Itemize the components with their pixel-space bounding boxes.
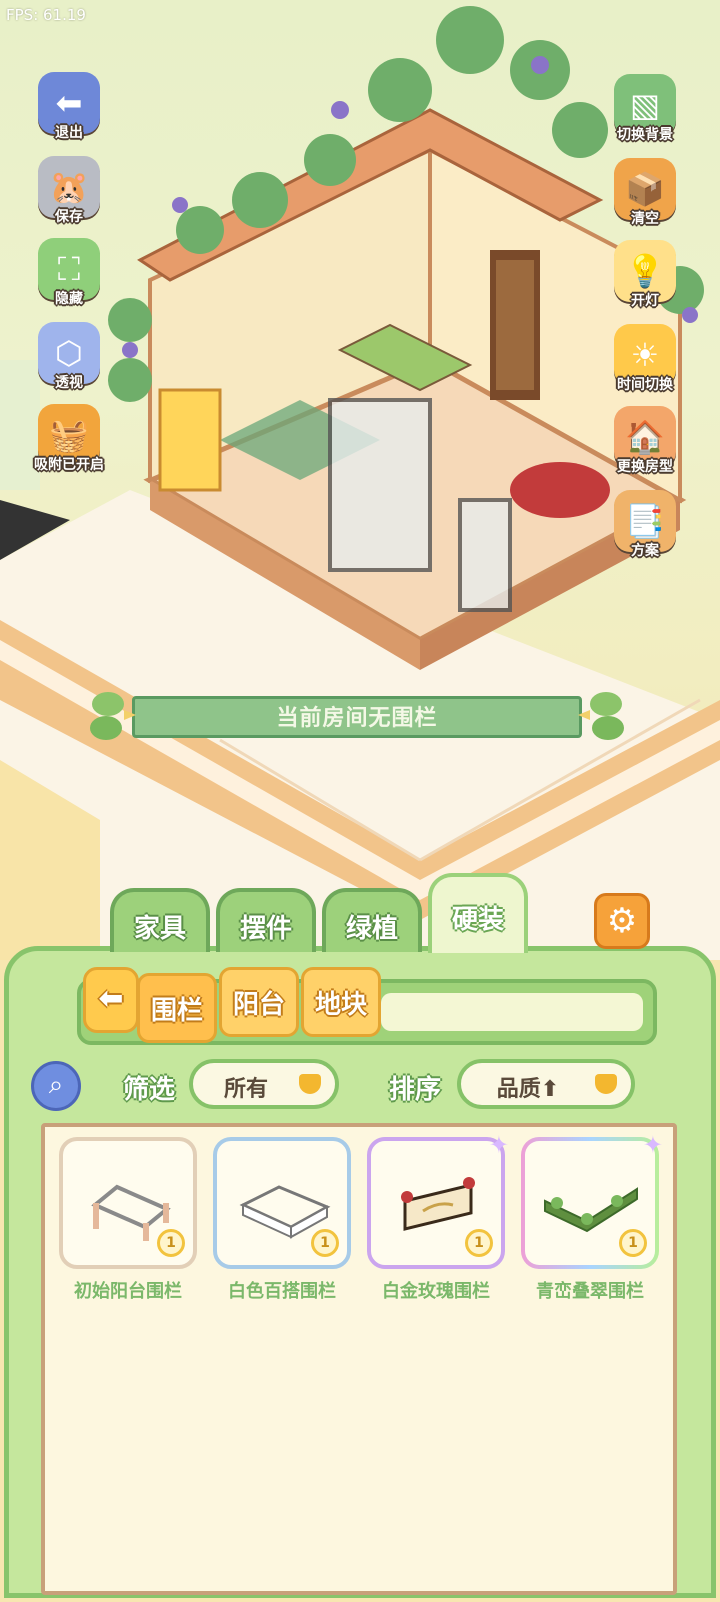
search-icon: ⌕ bbox=[48, 1070, 64, 1100]
item-count-badge: 1 bbox=[465, 1229, 493, 1257]
item-thumbnail: ✦ 1 bbox=[367, 1131, 509, 1269]
no-fence-banner: 当前房间无围栏 bbox=[90, 690, 624, 740]
hide-button[interactable]: ⛶ 隐藏 bbox=[28, 238, 110, 320]
switch-background-label: 切换背景 bbox=[617, 127, 673, 143]
item-thumbnail: 1 bbox=[213, 1137, 351, 1269]
item-thumbnail: 1 bbox=[59, 1137, 197, 1269]
tab-ornaments-label: 摆件 bbox=[239, 914, 292, 944]
back-arrow-icon: ⬅ bbox=[98, 981, 124, 1016]
item-count-badge: 1 bbox=[619, 1229, 647, 1257]
exit-label: 退出 bbox=[55, 125, 83, 141]
sparkle-icon: ✦ bbox=[642, 1131, 663, 1159]
item-name: 青峦叠翠围栏 bbox=[536, 1281, 644, 1302]
tab-furniture-label: 家具 bbox=[133, 914, 186, 944]
tab-plants-label: 绿植 bbox=[345, 914, 398, 944]
subtab-tile[interactable]: 地块 bbox=[301, 967, 381, 1037]
save-button[interactable]: 🐹 保存 bbox=[28, 156, 110, 238]
perspective-button[interactable]: ⬡ 透视 bbox=[28, 322, 110, 404]
time-switch-button[interactable]: ☀ 时间切换 bbox=[604, 324, 686, 406]
perspective-label: 透视 bbox=[55, 375, 83, 391]
item-card[interactable]: 1 初始阳台围栏 bbox=[59, 1137, 197, 1321]
tab-hardware[interactable]: 硬装 bbox=[428, 873, 528, 953]
subcategory-track bbox=[381, 993, 643, 1031]
item-count-badge: 1 bbox=[157, 1229, 185, 1257]
banner-text: 当前房间无围栏 bbox=[276, 706, 438, 731]
exit-button[interactable]: ⬅ 退出 bbox=[28, 72, 110, 154]
item-name: 初始阳台围栏 bbox=[74, 1281, 182, 1302]
save-label: 保存 bbox=[55, 209, 83, 225]
snap-button[interactable]: 🧺 吸附已开启 bbox=[28, 404, 110, 486]
filter-label: 筛选 bbox=[123, 1075, 176, 1105]
light-label: 开灯 bbox=[631, 293, 659, 309]
tab-furniture[interactable]: 家具 bbox=[110, 888, 210, 952]
clear-button[interactable]: 📦 清空 bbox=[604, 158, 686, 240]
subtab-balcony-label: 阳台 bbox=[232, 990, 285, 1020]
fps-counter: FPS: 61.19 bbox=[6, 6, 86, 24]
item-name: 白色百搭围栏 bbox=[228, 1281, 336, 1302]
chevron-down-icon bbox=[595, 1074, 617, 1094]
tab-ornaments[interactable]: 摆件 bbox=[216, 888, 316, 952]
subtab-fence-label: 围栏 bbox=[150, 996, 203, 1026]
item-grid: 1 初始阳台围栏 1 白色百搭围栏 ✦ 1 白金玫瑰围栏 ✦ 1 青峦叠翠围栏 bbox=[41, 1123, 677, 1595]
item-count-badge: 1 bbox=[311, 1229, 339, 1257]
time-switch-label: 时间切换 bbox=[617, 377, 673, 393]
settings-gear-button[interactable]: ⚙ bbox=[594, 893, 650, 949]
item-card[interactable]: ✦ 1 青峦叠翠围栏 bbox=[521, 1131, 663, 1321]
light-button[interactable]: 💡 开灯 bbox=[604, 240, 686, 322]
item-thumbnail: ✦ 1 bbox=[521, 1131, 663, 1269]
search-button[interactable]: ⌕ bbox=[31, 1061, 81, 1111]
clear-label: 清空 bbox=[631, 211, 659, 227]
subtab-balcony[interactable]: 阳台 bbox=[219, 967, 299, 1037]
sort-label: 排序 bbox=[389, 1075, 442, 1105]
plans-button[interactable]: 📑 方案 bbox=[604, 490, 686, 572]
inventory-panel: ⬅ 围栏 阳台 地块 ⌕ 筛选 所有 排序 品质⬆ 1 初始阳台围栏 1 白色百… bbox=[4, 946, 716, 1598]
item-card[interactable]: 1 白色百搭围栏 bbox=[213, 1137, 351, 1321]
item-card[interactable]: ✦ 1 白金玫瑰围栏 bbox=[367, 1131, 509, 1321]
switch-background-button[interactable]: ▧ 切换背景 bbox=[604, 74, 686, 156]
filter-dropdown[interactable]: 所有 bbox=[189, 1059, 339, 1109]
plans-label: 方案 bbox=[631, 543, 659, 559]
sparkle-icon: ✦ bbox=[488, 1131, 509, 1159]
hide-label: 隐藏 bbox=[55, 291, 83, 307]
tab-hardware-label: 硬装 bbox=[451, 905, 504, 935]
item-name: 白金玫瑰围栏 bbox=[382, 1281, 490, 1302]
change-room-type-button[interactable]: 🏠 更换房型 bbox=[604, 406, 686, 488]
room-scene[interactable]: FPS: 61.19 ⬅ 退出 🐹 保存 ⛶ 隐藏 ⬡ 透视 🧺 吸附已开启 ▧… bbox=[0, 0, 720, 960]
subtab-tile-label: 地块 bbox=[314, 990, 367, 1020]
back-button[interactable]: ⬅ bbox=[83, 967, 139, 1033]
snap-label: 吸附已开启 bbox=[34, 457, 104, 473]
sort-dropdown[interactable]: 品质⬆ bbox=[457, 1059, 635, 1109]
tab-plants[interactable]: 绿植 bbox=[322, 888, 422, 952]
gear-icon: ⚙ bbox=[606, 901, 638, 941]
chevron-down-icon bbox=[299, 1074, 321, 1094]
change-room-type-label: 更换房型 bbox=[617, 459, 673, 475]
sort-value: 品质⬆ bbox=[496, 1077, 560, 1102]
filter-value: 所有 bbox=[223, 1077, 268, 1102]
subtab-fence[interactable]: 围栏 bbox=[137, 973, 217, 1043]
